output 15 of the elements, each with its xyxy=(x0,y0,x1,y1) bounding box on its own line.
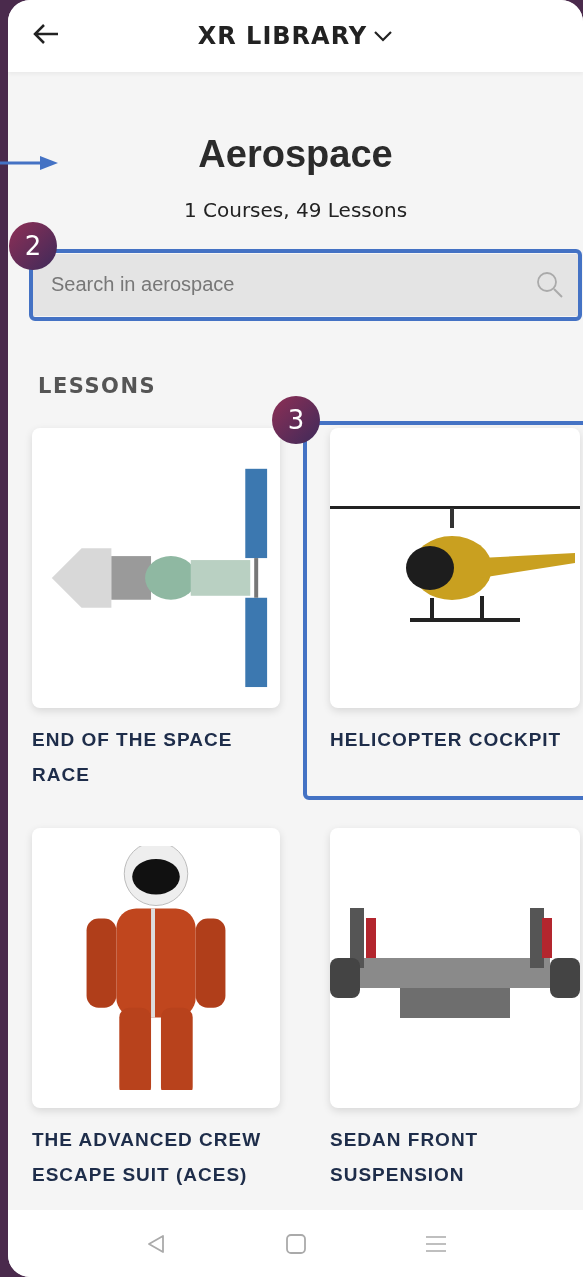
chevron-down-icon xyxy=(373,30,394,42)
lesson-title[interactable]: HELICOPTER COCKPIT xyxy=(330,721,580,757)
category-title: Aerospace xyxy=(198,132,393,177)
section-title: LESSONS xyxy=(38,373,158,398)
home-square-icon xyxy=(284,1232,307,1255)
category-summary: 1 Courses, 49 Lessons xyxy=(182,197,409,222)
back-arrow-icon xyxy=(32,22,60,46)
callout-badge: 3 xyxy=(272,395,320,444)
search-icon xyxy=(536,270,564,299)
lesson-title[interactable]: END OF THE SPACE RACE xyxy=(32,721,280,792)
pointer-arrow xyxy=(0,155,60,171)
callout-badge: 2 xyxy=(9,221,57,270)
lesson-title[interactable]: SEDAN FRONT SUSPENSION xyxy=(330,1121,580,1192)
library-menu-button[interactable]: XR LIBRARY xyxy=(197,22,394,50)
lesson-title[interactable]: THE ADVANCED CREW ESCAPE SUIT (ACES) xyxy=(32,1121,280,1192)
